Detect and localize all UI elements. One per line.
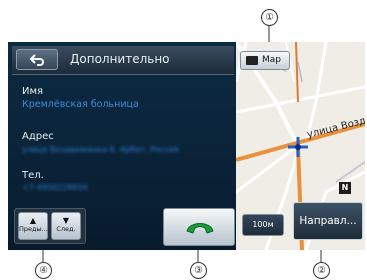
previous-label: Преды... [19, 225, 48, 233]
back-arrow-icon [29, 54, 44, 66]
next-button[interactable]: ▼ След. [51, 212, 81, 240]
map-button-label: Map [262, 55, 281, 65]
next-label: След. [56, 225, 76, 233]
name-label: Имя [22, 86, 44, 97]
down-arrow-icon: ▼ [62, 216, 70, 225]
map-icon [246, 56, 258, 65]
address-label: Адрес [22, 131, 54, 142]
back-button[interactable] [16, 49, 58, 70]
details-panel: Дополнительно Имя Кремлёвская больница А… [8, 42, 236, 250]
route-button[interactable]: Направл... [293, 202, 363, 240]
scale-indicator[interactable]: 100м [242, 214, 284, 236]
header-bar: Дополнительно [12, 46, 234, 75]
phone-handset-icon [186, 223, 214, 234]
prev-next-group: ▲ Преды... ▼ След. [14, 208, 86, 244]
phone-label: Тел. [22, 170, 44, 181]
call-button[interactable] [163, 208, 235, 246]
previous-button[interactable]: ▲ Преды... [18, 212, 48, 240]
name-value: Кремлёвская больница [22, 99, 139, 110]
map-button[interactable]: Map [240, 51, 290, 70]
device-screen: Дополнительно Имя Кремлёвская больница А… [8, 42, 365, 250]
up-arrow-icon: ▲ [29, 216, 37, 225]
phone-value: +7-4956228934 [22, 183, 88, 192]
page-title: Дополнительно [70, 52, 170, 66]
north-indicator-icon: N [339, 182, 351, 194]
address-value: улица Воздвиженка 6, Арбат, Россия [22, 145, 179, 154]
map-view[interactable]: Map улица Воздвиженка N 100м Направл... [236, 42, 365, 250]
